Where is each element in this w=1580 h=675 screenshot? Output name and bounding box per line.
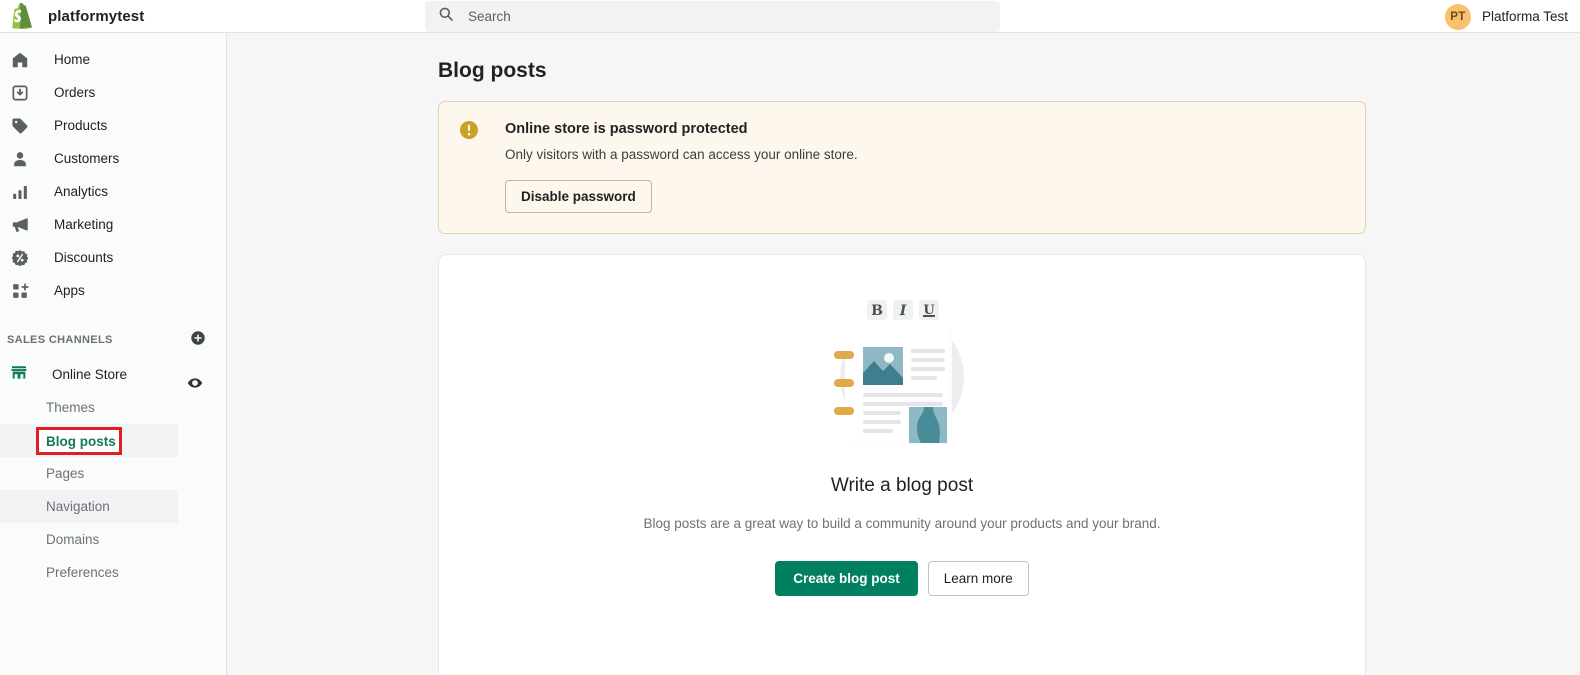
brand-area[interactable]: platformytest [0,3,425,29]
warning-exclamation-icon [459,119,479,213]
sidebar-item-pages[interactable]: Pages [0,457,178,490]
sidebar: Home Orders Products Customers Analytics… [0,33,227,675]
sidebar-item-customers[interactable]: Customers [0,142,226,175]
create-blog-post-button[interactable]: Create blog post [775,561,918,596]
shopify-bag-icon [10,3,34,29]
home-icon [10,50,30,70]
sidebar-label-pages: Pages [46,466,85,481]
sidebar-item-home[interactable]: Home [0,43,226,76]
orders-inbox-icon [10,83,30,103]
svg-text:B: B [871,303,883,319]
svg-text:I: I [899,303,907,319]
sidebar-label-apps: Apps [54,283,85,298]
sidebar-item-discounts[interactable]: Discounts [0,241,226,274]
search-icon [438,6,454,27]
sidebar-label-products: Products [54,118,108,133]
search-container[interactable]: Search [425,0,1000,32]
sidebar-label-customers: Customers [54,151,120,166]
empty-state-title: Write a blog post [830,475,974,496]
user-menu[interactable]: PT Platforma Test [1444,0,1568,33]
avatar: PT [1444,3,1471,30]
sidebar-label-marketing: Marketing [54,217,114,232]
empty-state-actions: Create blog post Learn more [775,561,1029,596]
sidebar-label-home: Home [54,52,91,67]
sidebar-label-orders: Orders [54,85,96,100]
user-name: Platforma Test [1481,9,1568,24]
sidebar-item-navigation[interactable]: Navigation [0,490,178,523]
customer-person-icon [10,149,30,169]
marketing-megaphone-icon [10,215,30,235]
password-protected-banner: Online store is password protected Only … [438,101,1366,234]
sidebar-item-analytics[interactable]: Analytics [0,175,226,208]
banner-subtitle: Only visitors with a password can access… [505,147,858,162]
search-placeholder: Search [468,8,511,24]
sidebar-item-marketing[interactable]: Marketing [0,208,226,241]
banner-title: Online store is password protected [505,121,748,137]
sales-channels-header: SALES CHANNELS [0,326,226,354]
empty-state: B I U Write a blog post Blog posts are a… [439,255,1365,596]
blog-posts-card: B I U Write a blog post Blog posts are a… [438,254,1366,675]
sidebar-label-discounts: Discounts [54,250,114,265]
apps-grid-plus-icon [10,281,30,301]
sidebar-item-preferences[interactable]: Preferences [0,556,178,589]
analytics-bars-icon [10,182,30,202]
blog-notebook-illustration: B I U [812,285,992,465]
disable-password-button[interactable]: Disable password [505,180,652,213]
sidebar-item-orders[interactable]: Orders [0,76,226,109]
sales-channels-title: SALES CHANNELS [7,334,113,346]
plus-circle-icon[interactable] [190,330,206,351]
sidebar-item-domains[interactable]: Domains [0,523,178,556]
page-title: Blog posts [438,59,547,82]
brand-name: platformytest [48,7,145,25]
empty-state-description: Blog posts are a great way to build a co… [643,516,1161,531]
sidebar-item-products[interactable]: Products [0,109,226,142]
sidebar-item-apps[interactable]: Apps [0,274,226,307]
sidebar-item-blog-posts[interactable]: Blog posts [0,424,178,457]
sidebar-item-online-store[interactable]: Online Store [0,358,226,391]
main-content: Blog posts Online store is password prot… [227,33,1580,675]
sidebar-label-preferences: Preferences [46,565,119,580]
sidebar-label-analytics: Analytics [54,184,109,199]
annotation-box [36,427,122,455]
sidebar-label-navigation: Navigation [46,499,110,514]
sidebar-label-online-store: Online Store [52,367,128,382]
storefront-icon [10,363,28,386]
learn-more-button[interactable]: Learn more [927,561,1029,596]
sidebar-label-domains: Domains [46,532,100,547]
search-input[interactable]: Search [425,0,1000,32]
discount-percent-icon [10,248,30,268]
top-bar: platformytest Search PT Platforma Test [0,0,1580,33]
sidebar-item-themes[interactable]: Themes [0,391,178,424]
sidebar-label-themes: Themes [46,400,95,415]
product-tag-icon [10,116,30,136]
